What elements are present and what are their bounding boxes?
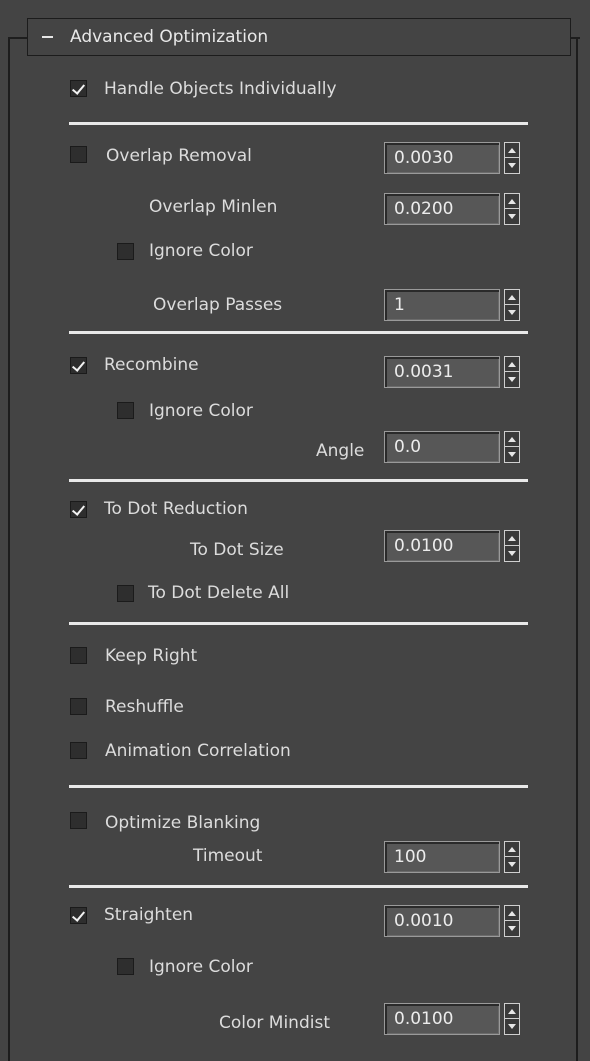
reshuffle-label: Reshuffle <box>105 697 184 717</box>
straighten-ignore-color-label: Ignore Color <box>149 957 253 977</box>
rollout-header[interactable]: Advanced Optimization <box>27 18 571 56</box>
spin-up-icon[interactable] <box>508 1009 516 1014</box>
spin-down-icon[interactable] <box>508 551 516 556</box>
handle-objects-label: Handle Objects Individually <box>104 79 337 99</box>
animation-correlation-label: Animation Correlation <box>105 741 291 761</box>
spin-up-icon[interactable] <box>508 437 516 442</box>
spinner-divider <box>505 545 519 546</box>
optimize-blanking-checkbox[interactable] <box>70 812 87 829</box>
spin-up-icon[interactable] <box>508 536 516 541</box>
frame-top-right <box>570 37 580 39</box>
keep-right-label: Keep Right <box>105 646 198 666</box>
spin-down-icon[interactable] <box>508 377 516 382</box>
timeout-field[interactable]: 100 <box>384 841 500 873</box>
recombine-ignore-color-checkbox[interactable] <box>117 402 134 419</box>
animation-correlation-checkbox[interactable] <box>70 742 87 759</box>
overlap-minlen-spinner[interactable]: 0.0200 <box>384 193 528 225</box>
color-mindist-label: Color Mindist <box>219 1013 330 1033</box>
rollout-title: Advanced Optimization <box>70 27 269 47</box>
angle-spinner[interactable]: 0.0 <box>384 431 528 463</box>
to-dot-size-label: To Dot Size <box>190 540 284 560</box>
spinner-arrows[interactable] <box>504 289 520 321</box>
reshuffle-checkbox[interactable] <box>70 698 87 715</box>
to-dot-reduction-label: To Dot Reduction <box>104 499 248 519</box>
overlap-removal-spinner[interactable]: 0.0030 <box>384 142 528 174</box>
recombine-checkbox[interactable] <box>70 357 87 374</box>
optimize-blanking-label: Optimize Blanking <box>105 813 261 833</box>
spinner-divider <box>505 446 519 447</box>
to-dot-size-field[interactable]: 0.0100 <box>384 530 500 562</box>
overlap-passes-spinner[interactable]: 1 <box>384 289 528 321</box>
overlap-passes-label: Overlap Passes <box>153 295 283 315</box>
to-dot-size-spinner[interactable]: 0.0100 <box>384 530 528 562</box>
handle-objects-checkbox[interactable] <box>70 80 87 97</box>
spin-up-icon[interactable] <box>508 295 516 300</box>
spinner-arrows[interactable] <box>504 841 520 873</box>
overlap-ignore-color-checkbox[interactable] <box>117 243 134 260</box>
separator <box>69 885 528 888</box>
to-dot-delete-all-checkbox[interactable] <box>117 585 134 602</box>
spin-down-icon[interactable] <box>508 862 516 867</box>
straighten-label: Straighten <box>104 905 194 925</box>
timeout-label: Timeout <box>193 846 263 866</box>
frame-top-left <box>8 37 28 39</box>
separator <box>69 785 528 788</box>
overlap-removal-checkbox[interactable] <box>70 146 87 163</box>
separator <box>69 622 528 625</box>
spinner-divider <box>505 371 519 372</box>
keep-right-checkbox[interactable] <box>70 647 87 664</box>
spin-up-icon[interactable] <box>508 199 516 204</box>
overlap-removal-field[interactable]: 0.0030 <box>384 142 500 174</box>
collapse-minus-icon[interactable] <box>42 36 53 38</box>
to-dot-delete-all-label: To Dot Delete All <box>148 583 290 603</box>
spin-up-icon[interactable] <box>508 148 516 153</box>
spinner-divider <box>505 920 519 921</box>
spinner-divider <box>505 304 519 305</box>
recombine-field[interactable]: 0.0031 <box>384 356 500 388</box>
overlap-minlen-field[interactable]: 0.0200 <box>384 193 500 225</box>
color-mindist-field[interactable]: 0.0100 <box>384 1003 500 1035</box>
spinner-arrows[interactable] <box>504 530 520 562</box>
straighten-spinner[interactable]: 0.0010 <box>384 905 528 937</box>
overlap-passes-field[interactable]: 1 <box>384 289 500 321</box>
separator <box>69 122 528 125</box>
spin-down-icon[interactable] <box>508 1024 516 1029</box>
separator <box>69 479 528 482</box>
recombine-label: Recombine <box>104 355 199 375</box>
overlap-ignore-color-label: Ignore Color <box>149 241 253 261</box>
to-dot-reduction-checkbox[interactable] <box>70 501 87 518</box>
spin-down-icon[interactable] <box>508 163 516 168</box>
spinner-divider <box>505 856 519 857</box>
spinner-arrows[interactable] <box>504 905 520 937</box>
spinner-arrows[interactable] <box>504 193 520 225</box>
color-mindist-spinner[interactable]: 0.0100 <box>384 1003 528 1035</box>
spin-down-icon[interactable] <box>508 214 516 219</box>
spinner-arrows[interactable] <box>504 356 520 388</box>
angle-field[interactable]: 0.0 <box>384 431 500 463</box>
spin-up-icon[interactable] <box>508 362 516 367</box>
straighten-ignore-color-checkbox[interactable] <box>117 958 134 975</box>
straighten-checkbox[interactable] <box>70 907 87 924</box>
spin-down-icon[interactable] <box>508 310 516 315</box>
recombine-spinner[interactable]: 0.0031 <box>384 356 528 388</box>
spinner-divider <box>505 208 519 209</box>
spin-down-icon[interactable] <box>508 926 516 931</box>
spinner-arrows[interactable] <box>504 431 520 463</box>
recombine-ignore-color-label: Ignore Color <box>149 401 253 421</box>
straighten-field[interactable]: 0.0010 <box>384 905 500 937</box>
spinner-divider <box>505 157 519 158</box>
overlap-removal-label: Overlap Removal <box>106 146 252 166</box>
angle-label: Angle <box>316 441 365 461</box>
spinner-arrows[interactable] <box>504 142 520 174</box>
spinner-divider <box>505 1018 519 1019</box>
overlap-minlen-label: Overlap Minlen <box>149 197 278 217</box>
timeout-spinner[interactable]: 100 <box>384 841 528 873</box>
spin-down-icon[interactable] <box>508 452 516 457</box>
spinner-arrows[interactable] <box>504 1003 520 1035</box>
spin-up-icon[interactable] <box>508 847 516 852</box>
separator <box>69 331 528 334</box>
spin-up-icon[interactable] <box>508 911 516 916</box>
